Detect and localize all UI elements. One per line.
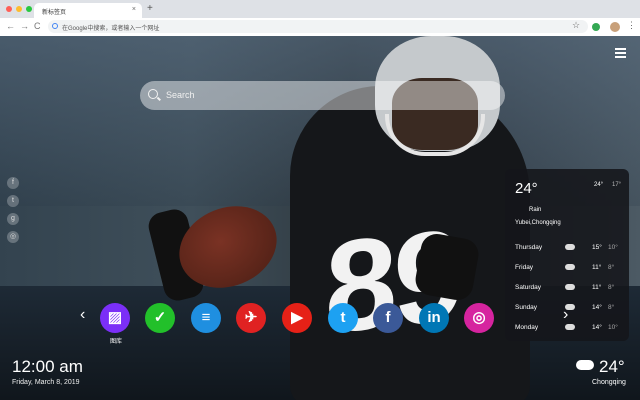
corner-city: Chongqing (592, 379, 626, 386)
forecast-day: Sunday (515, 304, 538, 311)
forecast-high: 14° (592, 324, 602, 331)
clock-time: 12:00 am (12, 357, 83, 376)
forecast-low: 8° (608, 304, 615, 311)
cloud-icon (565, 264, 575, 270)
notes-app-icon[interactable]: ≡ (191, 303, 221, 333)
search-bar[interactable]: Search (140, 81, 505, 110)
forecast-day: Friday (515, 264, 534, 271)
address-placeholder: 在Google中搜索，或者输入一个网址 (62, 26, 160, 32)
forecast-high: 11° (592, 284, 602, 291)
youtube-icon[interactable]: ▶ (282, 303, 312, 333)
facebook-icon[interactable]: f (373, 303, 403, 333)
tab-new-tab[interactable]: 新标签页 × (34, 3, 142, 18)
forecast-day: Saturday (515, 284, 542, 291)
dock-next-arrow-icon[interactable]: › (563, 306, 568, 324)
bookmark-star-icon[interactable]: ☆ (572, 20, 580, 31)
forecast-low: 8° (608, 284, 615, 291)
forecast-row: Thursday 15° 10° (515, 244, 625, 254)
forecast-low: 10° (608, 324, 618, 331)
corner-temperature[interactable]: 24° (599, 357, 625, 377)
dock-prev-arrow-icon[interactable]: ‹ (80, 306, 85, 324)
cloud-icon (576, 360, 594, 370)
twitter-share-icon[interactable]: t (7, 195, 19, 207)
gallery-label: 图库 (109, 339, 122, 345)
gallery-app-icon[interactable]: ▨ (100, 303, 130, 333)
current-temperature: 24° (515, 180, 538, 197)
window-controls (6, 6, 32, 12)
maximize-window-button[interactable] (26, 6, 32, 12)
facebook-share-icon[interactable]: f (7, 177, 19, 189)
instagram-icon[interactable]: ◎ (464, 303, 494, 333)
forecast-row: Saturday 11° 8° (515, 284, 625, 294)
linkedin-icon[interactable]: in (419, 303, 449, 333)
mail-app-icon[interactable]: ✈ (236, 303, 266, 333)
forecast-row: Friday 11° 8° (515, 264, 625, 274)
forecast-day: Thursday (515, 244, 543, 251)
tab-close-icon[interactable]: × (132, 6, 136, 13)
minimize-window-button[interactable] (16, 6, 22, 12)
google-icon (52, 23, 58, 29)
forecast-low: 10° (608, 244, 618, 251)
extension-icon[interactable] (592, 23, 600, 31)
weather-condition: Rain (529, 207, 542, 213)
forecast-row: Sunday 14° 8° (515, 304, 625, 314)
player-glove-right (413, 231, 481, 303)
address-bar[interactable]: 在Google中搜索，或者输入一个网址 (48, 20, 588, 33)
search-placeholder: Search (166, 90, 195, 100)
cloud-icon (565, 324, 575, 330)
browser-toolbar: ← → C 在Google中搜索，或者输入一个网址 ☆ ⋮ (0, 18, 640, 37)
forecast-low: 8° (608, 264, 615, 271)
forecast-row: Monday 14° 10° (515, 324, 625, 334)
weather-location: Yubei,Chongqing (515, 220, 561, 226)
today-high: 24° (594, 182, 604, 188)
search-icon (148, 89, 158, 99)
profile-avatar[interactable] (610, 22, 620, 32)
check-app-icon[interactable]: ✓ (145, 303, 175, 333)
cloud-icon (565, 284, 575, 290)
cloud-icon (565, 244, 575, 250)
instagram-share-icon[interactable]: ◎ (7, 231, 19, 243)
forecast-high: 15° (592, 244, 602, 251)
forward-button[interactable]: → (20, 21, 29, 31)
tab-title: 新标签页 (42, 10, 67, 16)
browser-chrome: 新标签页 × + ← → C 在Google中搜索，或者输入一个网址 ☆ ⋮ (0, 0, 640, 37)
today-low: 17° (612, 182, 622, 188)
close-window-button[interactable] (6, 6, 12, 12)
tab-strip: 新标签页 × + (0, 0, 640, 18)
google-share-icon[interactable]: g (7, 213, 19, 225)
back-button[interactable]: ← (6, 21, 15, 31)
reload-button[interactable]: C (34, 21, 41, 31)
clock-date: Friday, March 8, 2019 (12, 379, 80, 386)
hamburger-menu-icon[interactable] (615, 48, 626, 60)
twitter-icon[interactable]: t (328, 303, 358, 333)
forecast-day: Monday (515, 324, 539, 331)
forecast-high: 11° (592, 264, 602, 271)
forecast-high: 14° (592, 304, 602, 311)
new-tab-button[interactable]: + (147, 3, 153, 14)
browser-menu-icon[interactable]: ⋮ (627, 20, 636, 31)
